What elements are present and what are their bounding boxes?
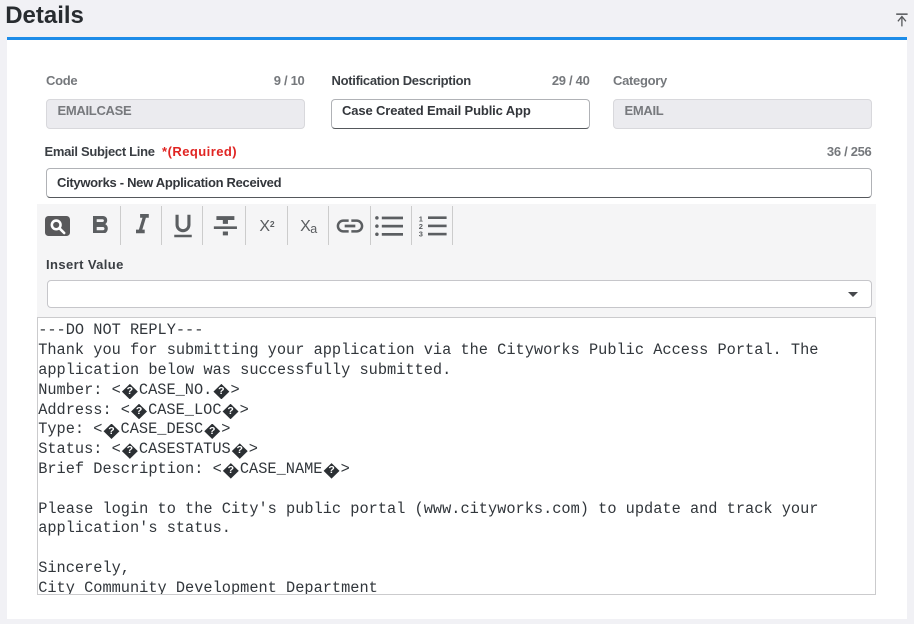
svg-text:3: 3	[418, 229, 422, 238]
